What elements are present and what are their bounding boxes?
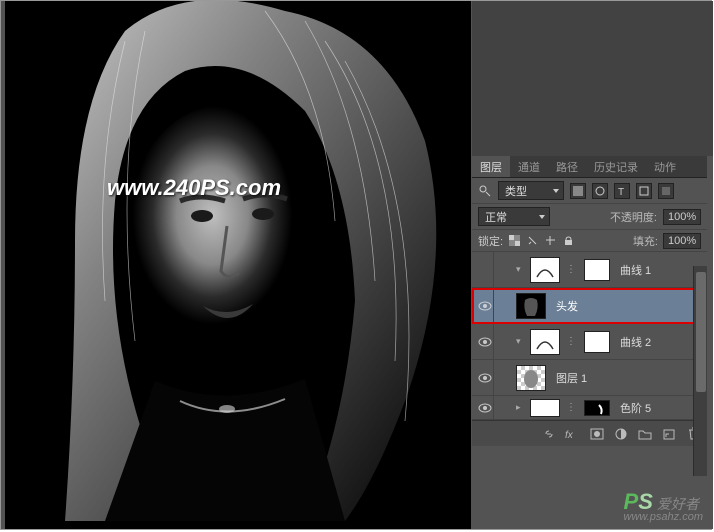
- panel-bottom-bar: fx: [472, 420, 707, 446]
- layers-list: ▾ ⋮ 曲线 1 头发 ▾ ⋮ 曲线 2 图层 1: [472, 252, 707, 420]
- opacity-label: 不透明度:: [610, 209, 657, 225]
- filter-type-icon[interactable]: T: [614, 183, 630, 199]
- visibility-toggle[interactable]: [476, 252, 494, 288]
- blend-mode-select[interactable]: 正常: [478, 207, 550, 226]
- link-icon: ⋮: [566, 402, 576, 413]
- fill-value[interactable]: 100%: [663, 233, 701, 249]
- tab-channels[interactable]: 通道: [510, 156, 548, 177]
- layers-panel: 图层 通道 路径 历史记录 动作 类型 T 正常 不透明度: 100% 锁定: …: [472, 156, 707, 446]
- lock-label: 锁定:: [478, 233, 503, 249]
- lock-row: 锁定: 填充: 100%: [472, 230, 707, 252]
- layer-name[interactable]: 曲线 1: [620, 262, 651, 278]
- scrollbar-thumb[interactable]: [696, 272, 706, 392]
- layer-mask[interactable]: [584, 259, 610, 281]
- layer-name[interactable]: 图层 1: [556, 370, 587, 386]
- filter-adjust-icon[interactable]: [592, 183, 608, 199]
- layer-mask[interactable]: [584, 331, 610, 353]
- fx-icon[interactable]: fx: [565, 426, 581, 442]
- chevron-down-icon[interactable]: ▾: [516, 336, 526, 347]
- lock-trans-icon[interactable]: [508, 234, 521, 247]
- group-icon[interactable]: [637, 426, 653, 442]
- blend-row: 正常 不透明度: 100%: [472, 204, 707, 230]
- chevron-right-icon[interactable]: ▸: [516, 402, 526, 413]
- svg-text:T: T: [618, 187, 624, 196]
- layer-row[interactable]: ▸ ⋮ 色阶 5: [472, 396, 707, 420]
- filter-row: 类型 T: [472, 178, 707, 204]
- link-icon: ⋮: [566, 336, 576, 347]
- layer-mask[interactable]: [584, 400, 610, 416]
- filter-kind-icon[interactable]: [478, 184, 492, 198]
- lock-pixels-icon[interactable]: [526, 234, 539, 247]
- canvas[interactable]: www.240PS.com: [5, 1, 471, 529]
- blend-mode-value: 正常: [485, 209, 507, 225]
- svg-text:fx: fx: [565, 430, 574, 440]
- layer-thumbnail[interactable]: [530, 257, 560, 283]
- tab-actions[interactable]: 动作: [646, 156, 684, 177]
- filter-smart-icon[interactable]: [658, 183, 674, 199]
- filter-shape-icon[interactable]: [636, 183, 652, 199]
- photo-portrait: [5, 1, 471, 529]
- layer-name[interactable]: 头发: [556, 298, 578, 314]
- layer-name[interactable]: 色阶 5: [620, 400, 651, 416]
- visibility-toggle[interactable]: [476, 288, 494, 324]
- watermark-text: www.240PS.com: [107, 175, 281, 201]
- layer-thumbnail[interactable]: [516, 293, 546, 319]
- tab-history[interactable]: 历史记录: [586, 156, 646, 177]
- link-layers-icon[interactable]: [541, 426, 557, 442]
- tab-layers[interactable]: 图层: [472, 156, 510, 177]
- chevron-down-icon[interactable]: ▾: [516, 264, 526, 275]
- layer-name[interactable]: 曲线 2: [620, 334, 651, 350]
- visibility-toggle[interactable]: [476, 390, 494, 421]
- scrollbar-track[interactable]: [693, 266, 707, 476]
- layer-thumbnail[interactable]: [530, 399, 560, 417]
- kind-select[interactable]: 类型: [498, 181, 564, 200]
- lock-all-icon[interactable]: [562, 234, 575, 247]
- layer-thumbnail[interactable]: [516, 365, 546, 391]
- workspace-empty-area: [472, 1, 713, 156]
- link-icon: ⋮: [566, 264, 576, 275]
- visibility-toggle[interactable]: [476, 324, 494, 360]
- kind-label: 类型: [505, 183, 527, 199]
- site-watermark: PS爱好者 www.psahz.com: [624, 489, 703, 523]
- fill-label: 填充:: [633, 233, 658, 249]
- adjustment-icon[interactable]: [613, 426, 629, 442]
- new-layer-icon[interactable]: [661, 426, 677, 442]
- mask-icon[interactable]: [589, 426, 605, 442]
- panel-tabs: 图层 通道 路径 历史记录 动作: [472, 156, 707, 178]
- filter-pixel-icon[interactable]: [570, 183, 586, 199]
- tab-paths[interactable]: 路径: [548, 156, 586, 177]
- logo-url: www.psahz.com: [624, 511, 703, 523]
- layer-row[interactable]: ▾ ⋮ 曲线 2: [472, 324, 707, 360]
- layer-thumbnail[interactable]: [530, 329, 560, 355]
- layer-row[interactable]: 图层 1: [472, 360, 707, 396]
- layer-row[interactable]: 头发: [472, 288, 707, 324]
- opacity-value[interactable]: 100%: [663, 209, 701, 225]
- logo-cn: 爱好者: [657, 496, 699, 512]
- layer-row[interactable]: ▾ ⋮ 曲线 1: [472, 252, 707, 288]
- lock-position-icon[interactable]: [544, 234, 557, 247]
